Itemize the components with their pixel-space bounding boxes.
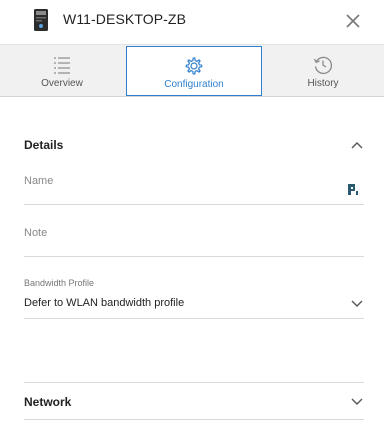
note-field-label: Note <box>24 227 48 239</box>
desktop-tower-icon <box>34 9 48 31</box>
bandwidth-profile-value: Defer to WLAN bandwidth profile <box>24 297 185 309</box>
name-field-underline <box>24 204 364 205</box>
bandwidth-field-underline <box>24 318 364 319</box>
bandwidth-profile-select[interactable]: Defer to WLAN bandwidth profile <box>24 292 364 316</box>
section-divider <box>24 419 364 420</box>
network-section-title: Network <box>24 395 72 409</box>
tab-overview-label: Overview <box>41 78 83 89</box>
name-input[interactable] <box>24 172 364 202</box>
note-field-underline <box>24 256 364 257</box>
tab-configuration[interactable]: Configuration <box>126 46 262 96</box>
history-clock-icon <box>313 56 333 75</box>
page-title: W11-DESKTOP-ZB <box>63 11 187 27</box>
name-field-label: Name <box>24 175 54 187</box>
close-button[interactable] <box>340 8 366 34</box>
panel-header: W11-DESKTOP-ZB <box>0 0 384 44</box>
chevron-down-icon[interactable] <box>350 397 364 407</box>
tab-configuration-label: Configuration <box>164 79 224 90</box>
details-section-title[interactable]: Details <box>24 138 63 152</box>
bandwidth-profile-label: Bandwidth Profile <box>24 278 95 288</box>
tab-history[interactable]: History <box>262 45 384 97</box>
tab-history-label: History <box>307 78 339 89</box>
close-icon[interactable] <box>340 8 366 34</box>
network-section[interactable]: Network <box>0 383 384 419</box>
list-icon <box>54 57 70 74</box>
note-input[interactable] <box>24 224 364 254</box>
tab-bar: Overview Configuration History <box>0 44 384 97</box>
gear-icon <box>185 57 203 75</box>
chevron-down-icon[interactable] <box>350 299 364 309</box>
chevron-up-icon[interactable] <box>350 140 364 150</box>
tab-overview[interactable]: Overview <box>0 45 124 97</box>
password-manager-icon[interactable] <box>347 183 359 196</box>
